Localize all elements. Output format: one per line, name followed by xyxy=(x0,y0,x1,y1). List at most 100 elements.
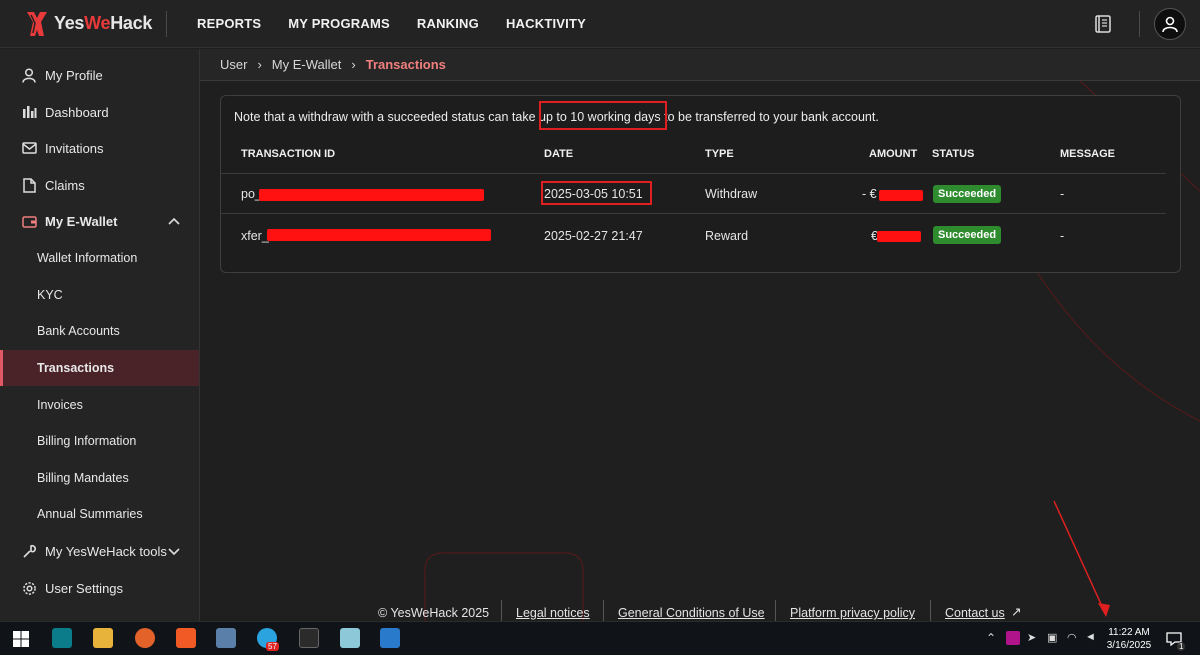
network-tool-icon[interactable] xyxy=(216,628,236,648)
sidebar-item-kyc[interactable]: KYC xyxy=(0,277,199,313)
breadcrumb-user[interactable]: User xyxy=(220,57,247,72)
footer-link-general-conditions[interactable]: General Conditions of Use xyxy=(618,606,765,620)
app-bolt-icon[interactable] xyxy=(52,628,72,648)
windows-taskbar: 57 ⌃ ➤ ▣ ◠ ◄ 11:22 AM 3/16/2025 1 xyxy=(0,621,1200,655)
firefox-icon[interactable] xyxy=(135,628,155,648)
transaction-id: xfer_ xyxy=(241,229,269,243)
chevron-right-icon: › xyxy=(257,57,262,72)
gear-icon xyxy=(22,581,36,595)
sidebar-item-label: Invoices xyxy=(37,398,83,412)
sidebar-item-invoices[interactable]: Invoices xyxy=(0,387,199,423)
chevron-up-icon[interactable] xyxy=(167,214,181,228)
user-icon xyxy=(1162,16,1178,33)
chevron-up-icon[interactable]: ⌃ xyxy=(986,631,1000,645)
annotation-box-working-days xyxy=(539,101,667,130)
telegram-tray-icon[interactable]: ➤ xyxy=(1027,631,1041,645)
footer-link-legal-notices[interactable]: Legal notices xyxy=(516,606,590,620)
sidebar-item-label: Invitations xyxy=(45,140,104,156)
sidebar-item-annual-summaries[interactable]: Annual Summaries xyxy=(0,496,199,532)
transaction-message: - xyxy=(1060,229,1065,243)
sidebar-item-my-e-wallet[interactable]: My E-Wallet xyxy=(0,203,199,239)
notepad-icon[interactable] xyxy=(340,628,360,648)
main-nav: REPORTS MY PROGRAMS RANKING HACKTIVITY xyxy=(197,16,586,31)
clock-time: 11:22 AM xyxy=(1108,627,1150,638)
windows-start-icon[interactable] xyxy=(13,631,29,647)
top-navigation-bar: YesWeHack REPORTS MY PROGRAMS RANKING HA… xyxy=(0,0,1200,48)
sidebar-item-label: Claims xyxy=(45,177,85,193)
brave-browser-icon[interactable] xyxy=(176,628,196,648)
book-icon[interactable] xyxy=(1093,14,1113,34)
sidebar-item-invitations[interactable]: Invitations xyxy=(0,130,199,166)
sidebar-item-label: User Settings xyxy=(45,580,124,596)
sidebar: My Profile Dashboard Invitations Claims … xyxy=(0,49,200,621)
footer-copyright: © YesWeHack 2025 xyxy=(378,606,490,620)
clock-date: 3/16/2025 xyxy=(1106,640,1152,651)
logo-mark-icon xyxy=(27,11,47,36)
display-icon[interactable]: ▣ xyxy=(1047,631,1061,645)
yeswehack-logo[interactable]: YesWeHack xyxy=(26,11,166,37)
footer-divider xyxy=(930,600,931,622)
transaction-amount: - € xyxy=(862,187,877,201)
annotation-box-date xyxy=(541,181,652,205)
sidebar-item-my-yeswehack-tools[interactable]: My YesWeHack tools xyxy=(0,533,199,569)
telegram-badge: 57 xyxy=(266,642,279,651)
column-header-amount: AMOUNT xyxy=(869,148,918,160)
status-badge: Succeeded xyxy=(933,226,1002,244)
transaction-message: - xyxy=(1060,187,1065,201)
wallet-icon xyxy=(21,215,37,228)
chevron-right-icon: › xyxy=(351,57,356,72)
sidebar-item-label: My YesWeHack tools xyxy=(45,543,167,559)
wifi-icon[interactable]: ◠ xyxy=(1067,631,1081,645)
sidebar-item-dashboard[interactable]: Dashboard xyxy=(0,94,199,130)
footer-divider xyxy=(501,600,502,622)
column-header-message: MESSAGE xyxy=(1060,148,1116,160)
redaction-mark xyxy=(259,189,484,201)
sidebar-item-claims[interactable]: Claims xyxy=(0,167,199,203)
transactions-card: Note that a withdraw with a succeeded st… xyxy=(220,95,1181,273)
annotation-arrow xyxy=(1053,500,1110,617)
chevron-down-icon[interactable] xyxy=(167,544,181,558)
transaction-type: Withdraw xyxy=(705,187,758,201)
breadcrumb-transactions: Transactions xyxy=(365,57,446,72)
column-header-status: STATUS xyxy=(932,148,975,160)
table-row[interactable]: xfer_ 2025-02-27 21:47 Reward € Succeede… xyxy=(221,213,1166,253)
footer-link-contact-us[interactable]: Contact us xyxy=(945,606,1005,620)
logo-text: YesWeHack xyxy=(54,13,153,33)
notification-count: 1 xyxy=(1177,642,1186,651)
header-divider xyxy=(166,10,167,37)
sidebar-item-billing-mandates[interactable]: Billing Mandates xyxy=(0,460,199,496)
transaction-date: 2025-02-27 21:47 xyxy=(544,229,643,243)
volume-icon[interactable]: ◄ xyxy=(1085,631,1099,645)
user-avatar[interactable] xyxy=(1154,8,1186,40)
transaction-type: Reward xyxy=(705,229,749,243)
redaction-mark xyxy=(877,231,921,242)
sidebar-item-label: Transactions xyxy=(37,361,115,375)
nav-ranking[interactable]: RANKING xyxy=(417,16,479,31)
sidebar-item-bank-accounts[interactable]: Bank Accounts xyxy=(0,313,199,349)
taskbar-clock[interactable]: 11:22 AM 3/16/2025 xyxy=(1104,626,1154,652)
external-link-icon: ↗ xyxy=(1011,605,1022,619)
file-explorer-icon[interactable] xyxy=(93,628,113,648)
sidebar-item-billing-information[interactable]: Billing Information xyxy=(0,423,199,459)
sidebar-item-wallet-information[interactable]: Wallet Information xyxy=(0,240,199,276)
nav-reports[interactable]: REPORTS xyxy=(197,16,261,31)
sidebar-item-label: Billing Mandates xyxy=(37,471,129,485)
redaction-mark xyxy=(267,229,491,241)
sidebar-item-my-profile[interactable]: My Profile xyxy=(0,57,199,93)
breadcrumb-my-e-wallet[interactable]: My E-Wallet xyxy=(272,57,342,72)
sidebar-item-label: Annual Summaries xyxy=(37,507,143,521)
nav-my-programs[interactable]: MY PROGRAMS xyxy=(288,16,390,31)
sidebar-item-label: Billing Information xyxy=(37,434,137,448)
tray-app-icon[interactable] xyxy=(1006,631,1020,645)
nav-hacktivity[interactable]: HACKTIVITY xyxy=(506,16,586,31)
column-header-transaction-id: TRANSACTION ID xyxy=(241,148,336,160)
vscode-icon[interactable] xyxy=(380,628,400,648)
footer-link-privacy-policy[interactable]: Platform privacy policy xyxy=(790,606,915,620)
sidebar-item-user-settings[interactable]: User Settings xyxy=(0,570,199,606)
sidebar-item-transactions[interactable]: Transactions xyxy=(0,350,199,386)
redaction-mark xyxy=(879,190,923,201)
sidebar-item-label: My Profile xyxy=(45,67,103,83)
footer-divider xyxy=(603,600,604,622)
terminal-icon[interactable] xyxy=(299,628,319,648)
table-row[interactable]: po_ 2025-03-05 10:51 Withdraw - € Succee… xyxy=(221,173,1166,213)
